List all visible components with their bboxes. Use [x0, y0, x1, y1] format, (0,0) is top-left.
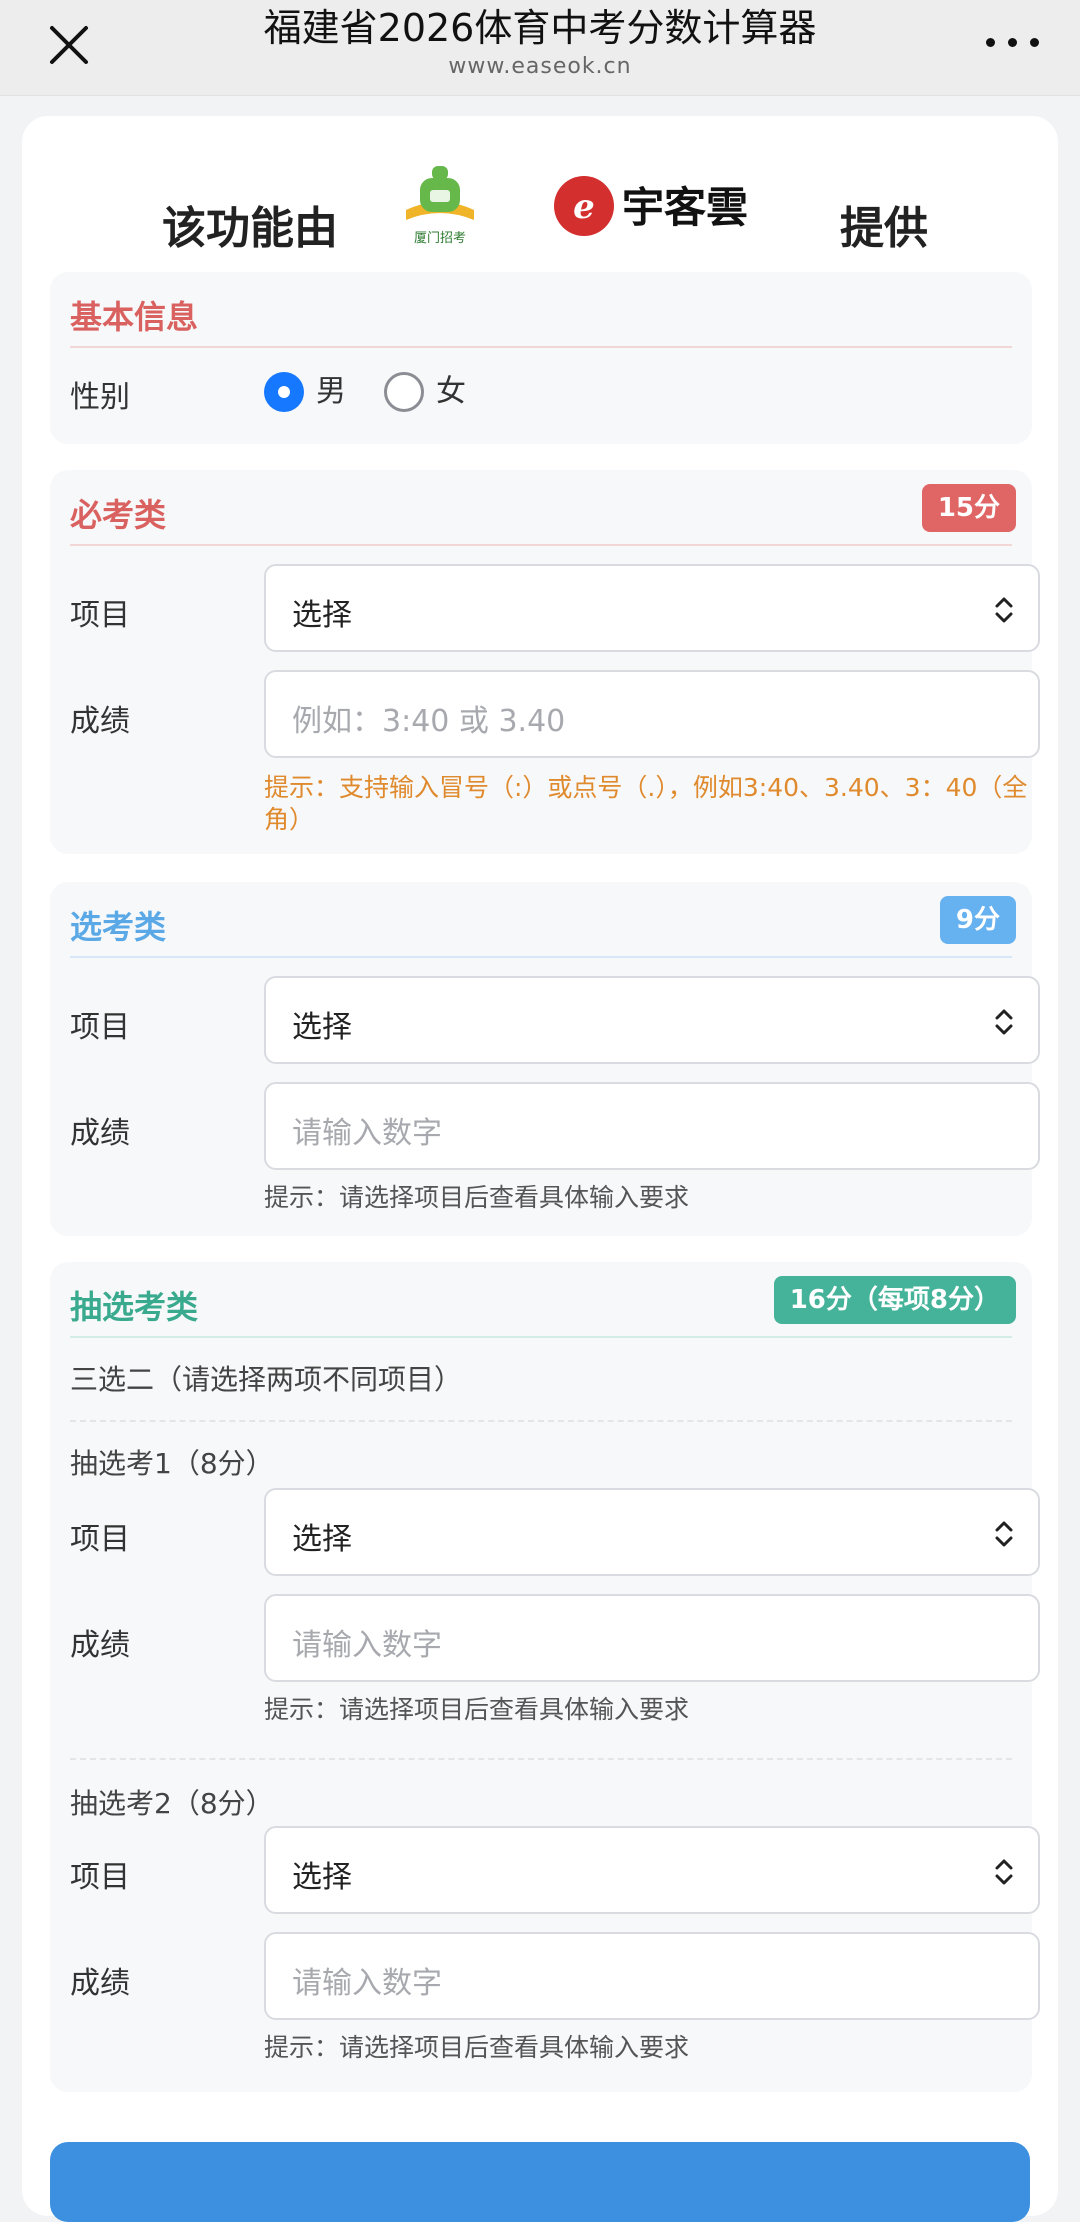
more-icon[interactable]	[986, 34, 1040, 54]
basic-info-card: 基本信息 性别 男 女	[50, 272, 1032, 444]
required-hint: 提示：支持输入冒号（:）或点号（.），例如3:40、3.40、3：40（全角）	[264, 773, 1028, 834]
drawn-desc: 三选二（请选择两项不同项目）	[70, 1363, 463, 1396]
logo2-text: 宇客雲	[622, 183, 748, 232]
xiamen-zhaokao-logo: 厦门招考	[400, 158, 480, 248]
select-value: 选择	[292, 1860, 352, 1895]
divider	[70, 346, 1012, 348]
elective-project-select[interactable]: 选择	[264, 976, 1040, 1064]
drawn1-score-input[interactable]: 请输入数字	[264, 1594, 1040, 1682]
drawn2-score-input[interactable]: 请输入数字	[264, 1932, 1040, 2020]
divider	[70, 956, 1012, 958]
gender-label: 性别	[70, 380, 130, 415]
input-placeholder: 请输入数字	[292, 1628, 442, 1663]
drawn2-hint: 提示：请选择项目后查看具体输入要求	[264, 2033, 690, 2062]
title-area: 福建省2026体育中考分数计算器 www.easeok.cn	[170, 4, 910, 82]
project-label: 项目	[70, 1010, 130, 1045]
calculate-button[interactable]	[50, 2142, 1030, 2222]
divider	[70, 544, 1012, 546]
score-label: 成绩	[70, 1966, 130, 2001]
basic-info-title: 基本信息	[70, 298, 199, 336]
drawn1-project-select[interactable]: 选择	[264, 1488, 1040, 1576]
project-label: 项目	[70, 598, 130, 633]
gender-female-radio[interactable]	[384, 372, 424, 412]
score-label: 成绩	[70, 1116, 130, 1151]
input-placeholder: 例如：3:40 或 3.40	[292, 704, 566, 739]
input-placeholder: 请输入数字	[292, 1116, 442, 1151]
dashed-divider	[70, 1420, 1012, 1422]
gender-female-label[interactable]: 女	[436, 372, 466, 412]
yukeyun-logo: e 宇客雲	[552, 166, 792, 246]
dashed-divider	[70, 1758, 1012, 1760]
score-label: 成绩	[70, 1628, 130, 1663]
chevron-up-down-icon	[995, 1521, 1013, 1547]
elective-title: 选考类	[70, 908, 167, 946]
gender-male-label[interactable]: 男	[316, 372, 346, 412]
drawn-item2-title: 抽选考2（8分）	[70, 1787, 274, 1820]
drawn-title: 抽选考类	[70, 1288, 199, 1326]
project-label: 项目	[70, 1522, 130, 1557]
calculator-panel: 该功能由 厦门招考 e 宇客雲 提供 基本信息 性别 男 女 必考类 15分 项…	[22, 116, 1058, 2216]
select-value: 选择	[292, 1010, 352, 1045]
chevron-up-down-icon	[995, 597, 1013, 623]
drawn-card: 抽选考类 16分（每项8分） 三选二（请选择两项不同项目） 抽选考1（8分） 项…	[50, 1262, 1040, 2092]
page-url: www.easeok.cn	[448, 54, 632, 79]
drawn-score-badge: 16分（每项8分）	[773, 1276, 1016, 1324]
required-project-select[interactable]: 选择	[264, 564, 1040, 652]
divider	[70, 1336, 1012, 1338]
drawn2-project-select[interactable]: 选择	[264, 1826, 1040, 1914]
select-value: 选择	[292, 598, 352, 633]
required-card: 必考类 15分 项目 选择 成绩 例如：3:40 或 3.40 提示：支持输入冒…	[50, 470, 1040, 854]
top-bar: 福建省2026体育中考分数计算器 www.easeok.cn	[0, 0, 1080, 96]
provider-prefix: 该功能由	[162, 203, 338, 254]
drawn-item1-title: 抽选考1（8分）	[70, 1447, 274, 1480]
gender-male-radio[interactable]	[264, 372, 304, 412]
svg-text:e: e	[573, 187, 595, 227]
drawn1-hint: 提示：请选择项目后查看具体输入要求	[264, 1695, 690, 1724]
score-label: 成绩	[70, 704, 130, 739]
provider-suffix: 提供	[840, 203, 928, 254]
close-icon[interactable]	[44, 20, 94, 70]
provider-banner: 该功能由 厦门招考 e 宇客雲 提供	[22, 136, 1058, 276]
elective-score-badge: 9分	[939, 896, 1016, 944]
elective-card: 选考类 9分 项目 选择 成绩 请输入数字 提示：请选择项目后查看具体输入要求	[50, 882, 1040, 1236]
chevron-up-down-icon	[995, 1009, 1013, 1035]
page-title: 福建省2026体育中考分数计算器	[263, 6, 817, 50]
required-score-input[interactable]: 例如：3:40 或 3.40	[264, 670, 1040, 758]
input-placeholder: 请输入数字	[292, 1966, 442, 2001]
logo1-text: 厦门招考	[414, 231, 466, 246]
chevron-up-down-icon	[995, 1859, 1013, 1885]
required-title: 必考类	[70, 496, 167, 534]
gender-radio-group: 男 女	[264, 372, 524, 412]
elective-score-input[interactable]: 请输入数字	[264, 1082, 1040, 1170]
required-score-badge: 15分	[921, 484, 1016, 532]
select-value: 选择	[292, 1522, 352, 1557]
elective-hint: 提示：请选择项目后查看具体输入要求	[264, 1183, 690, 1212]
project-label: 项目	[70, 1860, 130, 1895]
